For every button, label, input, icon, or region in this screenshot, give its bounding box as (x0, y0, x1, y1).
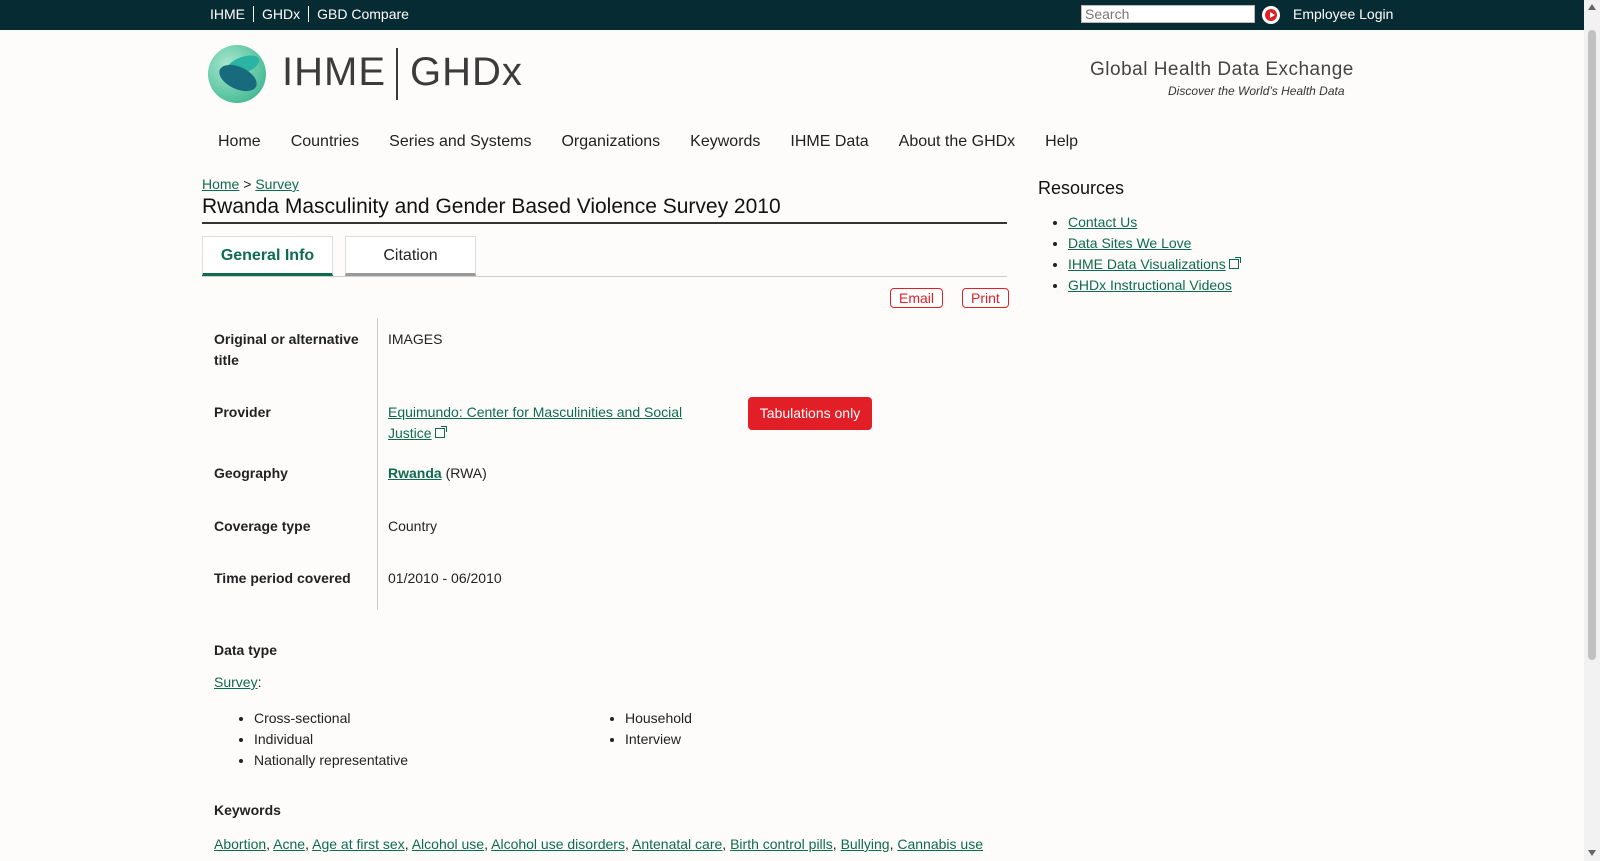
alt-title-label: Original or alternative title (214, 331, 359, 368)
nav-home[interactable]: Home (218, 133, 261, 151)
site-subtagline: Discover the World’s Health Data (1168, 84, 1345, 98)
nav-about[interactable]: About the GHDx (899, 133, 1016, 151)
list-item: Cross-sectional (254, 708, 408, 729)
top-links: IHME GHDx GBD Compare (210, 6, 417, 22)
data-sites-link[interactable]: Data Sites We Love (1068, 235, 1191, 251)
coverage-label: Coverage type (214, 518, 311, 534)
data-type-survey: Survey: (214, 674, 262, 690)
contact-us-link[interactable]: Contact Us (1068, 214, 1137, 230)
geography-value: Rwanda (RWA) (388, 463, 487, 484)
data-type-survey-link[interactable]: Survey (214, 674, 258, 690)
time-period-value: 01/2010 - 06/2010 (388, 570, 502, 586)
breadcrumb-home[interactable]: Home (202, 176, 239, 192)
data-type-heading: Data type (214, 642, 278, 658)
keyword-link[interactable]: Abortion (214, 836, 266, 852)
resource-item: Contact Us (1068, 212, 1239, 233)
nav-help[interactable]: Help (1045, 133, 1078, 151)
resources-heading: Resources (1038, 178, 1125, 198)
list-item: Nationally representative (254, 750, 408, 771)
logo-ghdx-text[interactable]: GHDx (410, 50, 523, 95)
keyword-link[interactable]: Age at first sex (312, 836, 405, 852)
scroll-down-icon[interactable] (1588, 850, 1596, 856)
nav-keywords[interactable]: Keywords (690, 133, 760, 151)
top-bar: IHME GHDx GBD Compare Employee Login (0, 0, 1584, 30)
videos-link[interactable]: GHDx Instructional Videos (1068, 277, 1232, 293)
logo-ihme-text[interactable]: IHME (282, 50, 386, 95)
keywords-heading: Keywords (214, 802, 281, 818)
provider-label: Provider (214, 404, 271, 420)
nav-ihme-data[interactable]: IHME Data (790, 133, 868, 151)
provider-link[interactable]: Equimundo: Center for Masculinities and … (388, 404, 682, 441)
tab-citation[interactable]: Citation (345, 236, 476, 276)
top-link-ihme[interactable]: IHME (210, 6, 254, 22)
site-tagline: Global Health Data Exchange (1090, 59, 1354, 80)
external-link-icon (1228, 257, 1241, 269)
top-link-ghdx[interactable]: GHDx (254, 6, 310, 22)
visualizations-link[interactable]: IHME Data Visualizations (1068, 256, 1226, 272)
keyword-link[interactable]: Bullying (841, 836, 890, 852)
breadcrumb-survey[interactable]: Survey (255, 176, 299, 192)
resources-list: Contact Us Data Sites We Love IHME Data … (1048, 212, 1241, 296)
coverage-value: Country (388, 518, 438, 534)
nav-countries[interactable]: Countries (291, 133, 359, 151)
logo-divider (396, 48, 398, 100)
keyword-link[interactable]: Alcohol use (412, 836, 484, 852)
employee-login-link[interactable]: Employee Login (1293, 6, 1393, 22)
tab-general-info[interactable]: General Info (202, 236, 333, 276)
keyword-link[interactable]: Birth control pills (730, 836, 833, 852)
list-item: Interview (625, 729, 692, 750)
list-item: Household (625, 708, 692, 729)
main-nav: Home Countries Series and Systems Organi… (218, 133, 1108, 151)
resource-item: IHME Data Visualizations (1068, 254, 1241, 275)
time-period-label: Time period covered (214, 570, 351, 586)
keywords-list: Abortion, Acne, Age at first sex, Alcoho… (214, 836, 983, 852)
geography-code: (RWA) (445, 465, 487, 481)
resource-item: Data Sites We Love (1068, 233, 1239, 254)
geography-link[interactable]: Rwanda (388, 465, 442, 481)
ihme-logo-icon[interactable] (208, 45, 266, 103)
nav-organizations[interactable]: Organizations (561, 133, 660, 151)
breadcrumb: Home > Survey (202, 176, 299, 192)
scroll-up-icon[interactable] (1588, 4, 1596, 10)
alt-title-value: IMAGES (388, 331, 443, 347)
keyword-link[interactable]: Cannabis use (897, 836, 983, 852)
top-link-gbd-compare[interactable]: GBD Compare (309, 6, 417, 22)
data-type-list-2: Household Interview (605, 708, 692, 750)
info-divider (377, 318, 378, 610)
page-title: Rwanda Masculinity and Gender Based Viol… (202, 195, 1007, 224)
provider-value: Equimundo: Center for Masculinities and … (388, 402, 698, 444)
scrollbar-thumb[interactable] (1588, 30, 1596, 660)
tabs-underline (202, 276, 1007, 277)
resource-item: GHDx Instructional Videos (1068, 275, 1239, 296)
tabulations-only-badge: Tabulations only (748, 397, 872, 430)
geography-label: Geography (214, 465, 288, 481)
nav-series-systems[interactable]: Series and Systems (389, 133, 531, 151)
keyword-link[interactable]: Acne (273, 836, 305, 852)
external-link-icon (434, 426, 447, 438)
print-button[interactable]: Print (962, 288, 1009, 308)
keyword-link[interactable]: Antenatal care (632, 836, 722, 852)
data-type-list-1: Cross-sectional Individual Nationally re… (234, 708, 408, 771)
keyword-link[interactable]: Alcohol use disorders (491, 836, 625, 852)
search-go-icon[interactable] (1262, 6, 1280, 24)
list-item: Individual (254, 729, 408, 750)
email-button[interactable]: Email (890, 288, 944, 308)
breadcrumb-separator: > (239, 176, 256, 192)
search-input[interactable] (1081, 5, 1255, 23)
